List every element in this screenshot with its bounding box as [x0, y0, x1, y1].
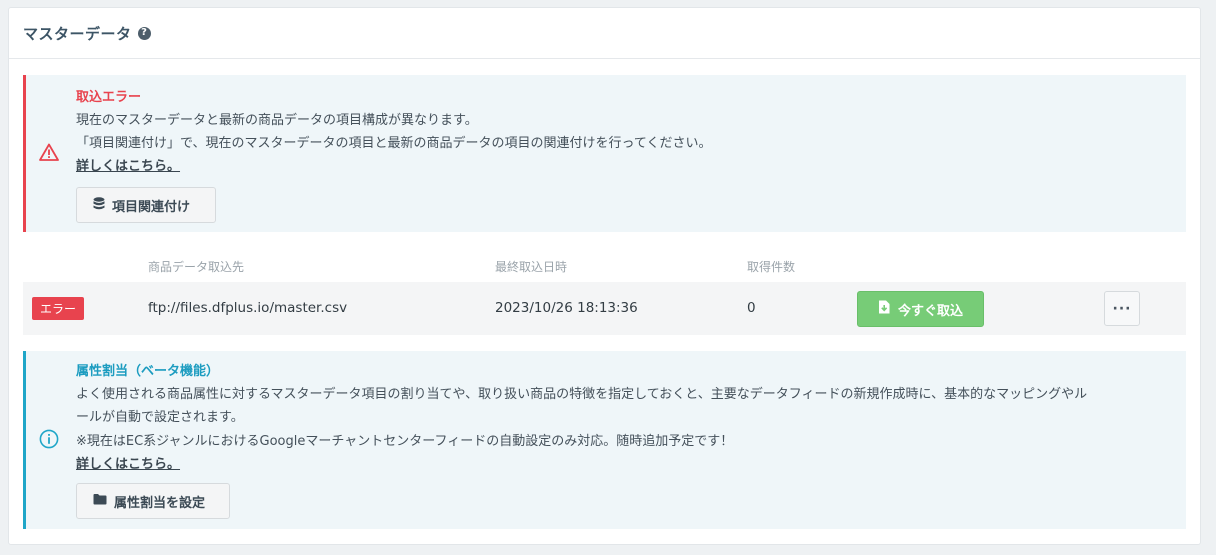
- column-header-count: 取得件数: [747, 260, 796, 274]
- alert-note: ※現在はEC系ジャンルにおけるGoogleマーチャントセンターフィードの自動設定…: [76, 434, 734, 449]
- info-circle-icon: [39, 429, 59, 453]
- card-header: マスターデータ ?: [9, 8, 1200, 59]
- ellipsis-icon: ···: [1112, 300, 1132, 317]
- details-link[interactable]: 詳しくはこちら。: [76, 155, 1176, 178]
- alert-message-line: 「項目関連付け」で、現在のマスターデータの項目と最新の商品データの項目の関連付け…: [76, 136, 712, 151]
- table-header: 商品データ取込先 最終取込日時 取得件数: [9, 256, 1200, 276]
- database-icon: [93, 196, 105, 214]
- field-mapping-button[interactable]: 項目関連付け: [76, 187, 216, 223]
- button-label: 今すぐ取込: [897, 303, 963, 319]
- source-url: ftp://files.dfplus.io/master.csv: [148, 300, 348, 316]
- file-import-icon: [878, 300, 890, 318]
- warning-triangle-icon: [39, 143, 59, 165]
- column-header-source: 商品データ取込先: [148, 260, 245, 274]
- import-now-button[interactable]: 今すぐ取込: [857, 291, 984, 327]
- button-label: 属性割当を設定: [114, 495, 206, 511]
- folder-icon: [93, 493, 107, 509]
- alert-message-line: 現在のマスターデータと最新の商品データの項目構成が異なります。: [76, 113, 478, 128]
- details-link[interactable]: 詳しくはこちら。: [76, 453, 1176, 476]
- import-error-alert: 取込エラー 現在のマスターデータと最新の商品データの項目構成が異なります。 「項…: [23, 75, 1186, 232]
- attribute-assignment-alert: 属性割当（ベータ機能） よく使用される商品属性に対するマスターデータ項目の割り当…: [23, 351, 1186, 529]
- master-data-card: マスターデータ ? 取込エラー 現在のマスターデータと最新の商品データの項目構成…: [8, 7, 1201, 545]
- status-badge: エラー: [32, 297, 84, 320]
- alert-title: 取込エラー: [76, 90, 142, 105]
- alert-message-line: よく使用される商品属性に対するマスターデータ項目の割り当てや、取り扱い商品の特徴…: [76, 387, 1088, 402]
- table-row: エラー ftp://files.dfplus.io/master.csv 202…: [23, 282, 1186, 335]
- page-title: マスターデータ: [23, 24, 132, 43]
- alert-message-line: ールが自動で設定されます。: [76, 410, 244, 425]
- alert-title: 属性割当（ベータ機能）: [76, 364, 220, 379]
- last-import-datetime: 2023/10/26 18:13:36: [495, 300, 638, 316]
- button-label: 項目関連付け: [112, 199, 191, 215]
- question-circle-icon[interactable]: ?: [137, 26, 151, 40]
- column-header-last-import: 最終取込日時: [495, 260, 568, 274]
- attribute-assignment-button[interactable]: 属性割当を設定: [76, 483, 230, 519]
- record-count: 0: [747, 300, 756, 316]
- more-options-button[interactable]: ···: [1104, 291, 1140, 326]
